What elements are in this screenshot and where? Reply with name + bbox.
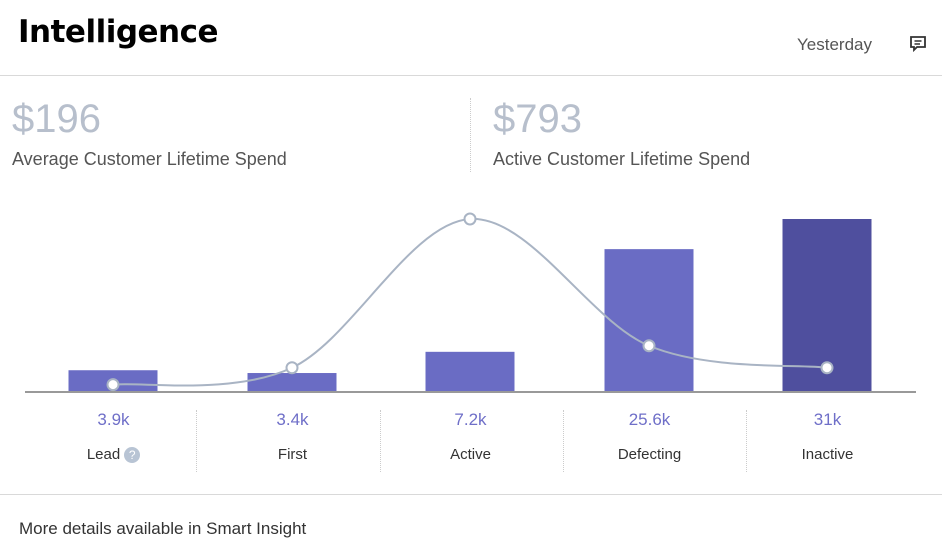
bar-first[interactable]: [247, 373, 337, 392]
kpi-divider: [470, 98, 471, 172]
footer-divider: [0, 494, 942, 495]
kpi-active-value: $793: [493, 97, 582, 141]
comment-icon[interactable]: [909, 35, 927, 53]
bar-defecting[interactable]: [604, 249, 694, 392]
trend-point[interactable]: [106, 378, 120, 392]
trend-point[interactable]: [820, 361, 834, 375]
kpi-average-label: Average Customer Lifetime Spend: [12, 149, 287, 169]
category-lead: 3.9k Lead?: [22, 410, 205, 464]
category-label: Inactive: [801, 446, 854, 463]
page-title: Intelligence: [18, 14, 219, 50]
category-value: 3.9k: [97, 410, 130, 429]
smart-insight-link[interactable]: More details available in Smart Insight: [19, 519, 306, 539]
trend-point[interactable]: [642, 339, 656, 353]
category-value: 7.2k: [454, 410, 487, 429]
category-first: 3.4k First: [201, 410, 384, 463]
category-defecting: 25.6k Defecting: [558, 410, 741, 463]
kpi-average-value: $196: [12, 97, 101, 141]
bar-active[interactable]: [425, 351, 515, 392]
category-label: Active: [450, 446, 491, 463]
category-inactive: 31k Inactive: [736, 410, 919, 463]
lifecycle-chart: [25, 212, 916, 393]
category-label: Defecting: [617, 446, 682, 463]
category-value: 31k: [813, 410, 842, 429]
header-divider: [0, 75, 942, 76]
column-divider: [196, 410, 197, 472]
period-selector[interactable]: Yesterday: [797, 35, 872, 55]
trend-point[interactable]: [463, 212, 477, 226]
category-label: Lead: [86, 446, 121, 463]
kpi-active-label: Active Customer Lifetime Spend: [493, 149, 751, 169]
trend-point[interactable]: [285, 361, 299, 375]
category-label: First: [277, 446, 308, 463]
question-icon[interactable]: ?: [124, 447, 141, 464]
category-value: 25.6k: [628, 410, 671, 429]
category-value: 3.4k: [276, 410, 309, 429]
category-active: 7.2k Active: [379, 410, 562, 463]
